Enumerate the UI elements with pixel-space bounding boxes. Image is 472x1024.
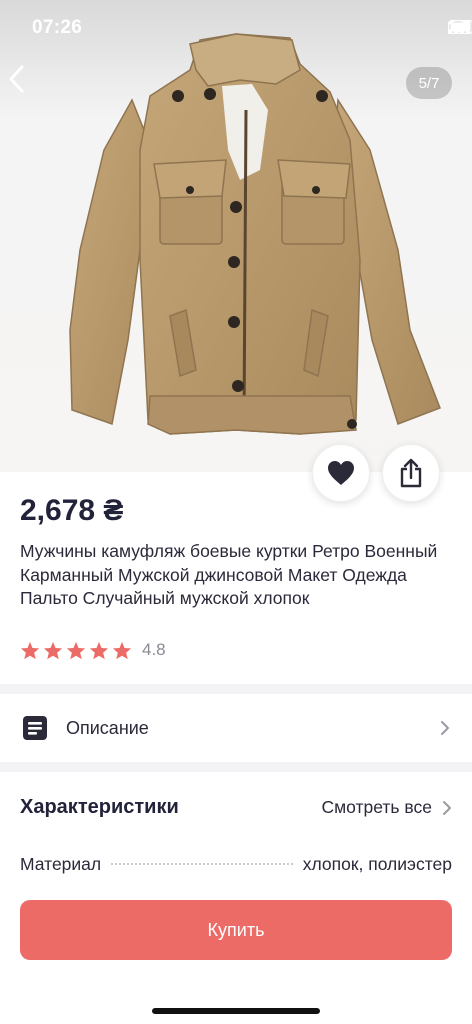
share-icon: [400, 458, 422, 488]
see-all-label: Смотреть все: [321, 797, 433, 817]
spec-dots: [111, 863, 293, 865]
battery-icon: [448, 20, 472, 34]
jacket-image: [0, 0, 472, 472]
see-all-link[interactable]: Смотреть все: [322, 797, 453, 818]
section-divider: [0, 684, 472, 694]
description-row[interactable]: Описание: [0, 694, 472, 762]
star-icon: [20, 641, 40, 659]
image-counter: 5/7: [406, 67, 452, 99]
status-bar: 07:26: [0, 0, 472, 56]
spec-row: Материал хлопок, полиэстер: [20, 854, 452, 875]
like-button[interactable]: [312, 444, 370, 502]
rating-value: 4.8: [142, 640, 166, 659]
rating-stars: [20, 641, 132, 660]
product-rating[interactable]: 4.8: [20, 640, 166, 660]
product-price: 2,678 ₴: [20, 494, 124, 527]
spec-value: хлопок, полиэстер: [302, 854, 452, 874]
chevron-left-icon: [9, 65, 24, 93]
buy-button[interactable]: Купить: [20, 900, 452, 960]
back-button[interactable]: [6, 64, 42, 100]
chevron-right-icon: [441, 721, 449, 735]
home-indicator[interactable]: [152, 1008, 320, 1014]
star-icon: [66, 641, 86, 659]
spec-name: Материал: [20, 854, 102, 874]
specs-title: Характеристики: [20, 796, 179, 818]
chevron-right-icon: [443, 800, 451, 815]
heart-icon: [328, 461, 354, 485]
star-icon: [43, 641, 63, 659]
status-time: 07:26: [32, 17, 83, 38]
product-image[interactable]: 07:26 5/7: [0, 0, 472, 472]
share-button[interactable]: [382, 444, 440, 502]
description-label: Описание: [66, 717, 149, 738]
star-icon: [112, 641, 132, 659]
star-icon: [89, 641, 109, 659]
document-icon: [23, 716, 47, 740]
product-title: Мужчины камуфляж боевые куртки Ретро Вое…: [20, 541, 438, 608]
section-divider: [0, 762, 472, 772]
specs-header: Характеристики Смотреть все: [20, 796, 452, 819]
